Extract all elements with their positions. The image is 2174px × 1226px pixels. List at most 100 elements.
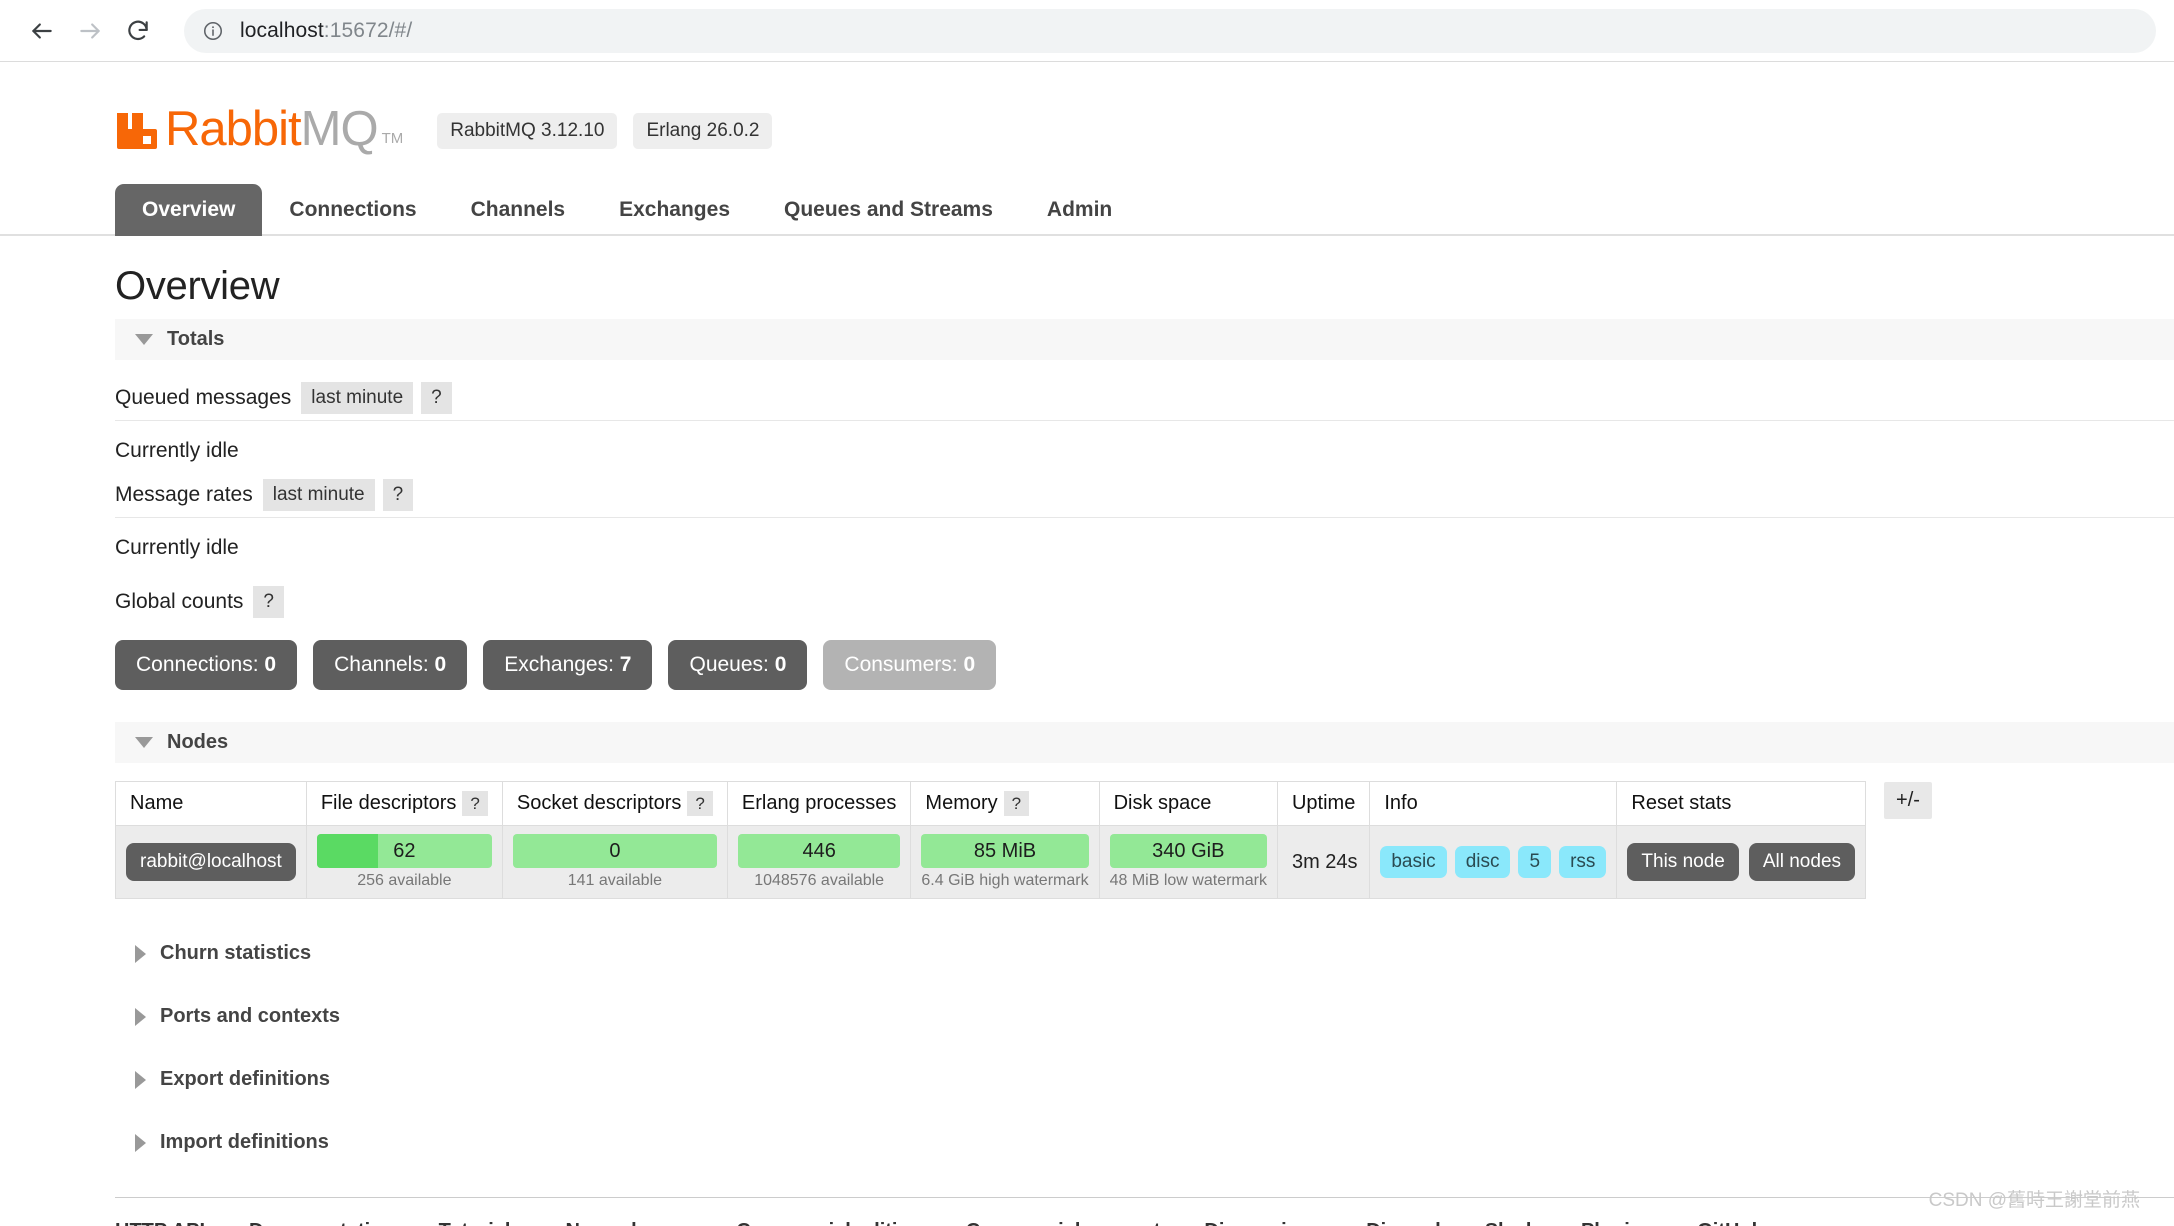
- message-rates-row: Message rates last minute ?: [115, 479, 2174, 518]
- column-header-disk-space[interactable]: Disk space: [1098, 781, 1278, 826]
- count-button-exchanges[interactable]: Exchanges: 7: [483, 640, 653, 690]
- message-rates-idle-text: Currently idle: [115, 536, 239, 559]
- footer-link-slack[interactable]: Slack: [1485, 1220, 1537, 1226]
- reset-this-node-button[interactable]: This node: [1627, 843, 1739, 881]
- reload-button[interactable]: [114, 7, 162, 55]
- tab-queues-and-streams[interactable]: Queues and Streams: [757, 184, 1020, 236]
- toggle-columns-button[interactable]: +/-: [1884, 782, 1932, 819]
- logo-wordmark: RabbitMQ: [165, 102, 379, 156]
- footer-link-documentation[interactable]: Documentation: [249, 1220, 395, 1226]
- erlang-processes-gauge: 446 1048576 available: [737, 834, 901, 890]
- footer-link-http-api[interactable]: HTTP API: [115, 1220, 205, 1226]
- cell-file-descriptors: 62 256 available: [305, 825, 503, 899]
- count-button-connections[interactable]: Connections: 0: [115, 640, 298, 690]
- cell-info: basic disc 5 rss: [1369, 825, 1618, 899]
- disk-space-value: 340 GiB: [1152, 839, 1225, 862]
- footer-link-plugins[interactable]: Plugins: [1581, 1220, 1653, 1226]
- section-header-nodes[interactable]: Nodes: [115, 722, 2174, 763]
- nodes-table: Name File descriptors? Socket descriptor…: [115, 781, 1867, 899]
- memory-help-chip[interactable]: ?: [1003, 791, 1030, 816]
- erlang-version-badge: Erlang 26.0.2: [633, 113, 773, 149]
- logo-text-mq: MQ: [300, 102, 379, 156]
- cell-socket-descriptors: 0 141 available: [501, 825, 728, 899]
- queued-messages-help-chip[interactable]: ?: [421, 382, 452, 414]
- count-value-consumers: 0: [963, 653, 976, 676]
- erlang-processes-sub: 1048576 available: [754, 872, 885, 889]
- footer-link-commercial-support[interactable]: Commercial support: [966, 1220, 1160, 1226]
- rabbitmq-logo[interactable]: RabbitMQ TM: [115, 105, 403, 154]
- tab-connections[interactable]: Connections: [262, 184, 443, 236]
- info-badge-count[interactable]: 5: [1518, 846, 1552, 878]
- column-label-socket-descriptors: Socket descriptors: [516, 792, 682, 814]
- column-header-erlang-processes[interactable]: Erlang processes: [726, 781, 912, 826]
- url-host: localhost: [240, 18, 324, 42]
- tab-admin[interactable]: Admin: [1020, 184, 1139, 236]
- message-rates-period-chip[interactable]: last minute: [262, 479, 375, 511]
- tab-channels[interactable]: Channels: [444, 184, 593, 236]
- cell-uptime: 3m 24s: [1276, 825, 1371, 899]
- back-button[interactable]: [18, 7, 66, 55]
- socket-descriptors-help-chip[interactable]: ?: [687, 791, 713, 816]
- column-label-memory: Memory: [925, 792, 998, 814]
- column-label-erlang-processes: Erlang processes: [741, 792, 897, 814]
- count-label-exchanges: Exchanges:: [504, 653, 614, 676]
- count-button-queues[interactable]: Queues: 0: [668, 640, 808, 690]
- table-row: rabbit@localhost 62 256 available 0 141 …: [115, 825, 1867, 899]
- info-badge-rss[interactable]: rss: [1559, 846, 1607, 878]
- column-header-socket-descriptors[interactable]: Socket descriptors?: [501, 781, 728, 826]
- rabbitmq-version-badge: RabbitMQ 3.12.10: [437, 113, 618, 149]
- footer-link-tutorials[interactable]: Tutorials: [439, 1220, 522, 1226]
- memory-gauge-bar: 85 MiB: [921, 834, 1089, 868]
- section-header-ports-and-contexts[interactable]: Ports and contexts: [115, 996, 2174, 1037]
- column-header-uptime[interactable]: Uptime: [1276, 781, 1371, 826]
- info-badge-disc[interactable]: disc: [1454, 846, 1511, 878]
- footer-link-commercial-edition[interactable]: Commercial edition: [736, 1220, 922, 1226]
- column-label-info: Info: [1384, 792, 1418, 814]
- count-button-consumers[interactable]: Consumers: 0: [823, 640, 997, 690]
- section-label-nodes: Nodes: [167, 731, 229, 753]
- address-bar[interactable]: localhost:15672/#/: [184, 8, 2156, 53]
- watermark-text: CSDN @舊時王謝堂前燕: [1928, 1190, 2140, 1211]
- section-header-totals[interactable]: Totals: [115, 319, 2174, 360]
- chevron-right-icon: [135, 1007, 146, 1026]
- chevron-right-icon: [135, 944, 146, 963]
- section-header-import-definitions[interactable]: Import definitions: [115, 1122, 2174, 1163]
- message-rates-help-chip[interactable]: ?: [382, 479, 414, 511]
- column-header-info[interactable]: Info: [1369, 781, 1618, 826]
- page-title: Overview: [115, 264, 280, 308]
- file-descriptors-help-chip[interactable]: ?: [462, 791, 488, 816]
- node-name-badge[interactable]: rabbit@localhost: [126, 843, 296, 881]
- info-circle-icon[interactable]: [202, 20, 224, 42]
- reload-icon: [125, 18, 151, 44]
- queued-messages-period-chip[interactable]: last minute: [301, 382, 414, 414]
- global-counts-help-chip[interactable]: ?: [253, 586, 284, 618]
- info-badge-basic[interactable]: basic: [1380, 846, 1447, 878]
- footer-link-discord[interactable]: Discord: [1366, 1220, 1440, 1226]
- disk-space-gauge-bar: 340 GiB: [1109, 834, 1267, 868]
- column-label-reset-stats: Reset stats: [1631, 792, 1732, 814]
- chevron-right-icon: [135, 1133, 146, 1152]
- logo-trademark: TM: [381, 130, 404, 147]
- reset-stats-buttons: This node All nodes: [1627, 843, 1856, 881]
- forward-button[interactable]: [66, 7, 114, 55]
- count-value-connections: 0: [264, 653, 277, 676]
- column-header-memory[interactable]: Memory?: [910, 781, 1100, 826]
- count-button-channels[interactable]: Channels: 0: [313, 640, 468, 690]
- message-rates-label: Message rates: [115, 483, 253, 506]
- reset-all-nodes-button[interactable]: All nodes: [1748, 843, 1856, 881]
- column-header-name[interactable]: Name: [115, 781, 307, 826]
- browser-toolbar: localhost:15672/#/: [0, 0, 2174, 62]
- column-header-reset-stats[interactable]: Reset stats: [1616, 781, 1867, 826]
- footer-link-new-releases[interactable]: New releases: [566, 1220, 693, 1226]
- column-header-file-descriptors[interactable]: File descriptors?: [305, 781, 503, 826]
- section-header-export-definitions[interactable]: Export definitions: [115, 1059, 2174, 1100]
- memory-gauge: 85 MiB 6.4 GiB high watermark: [921, 834, 1089, 890]
- tab-exchanges[interactable]: Exchanges: [592, 184, 757, 236]
- socket-descriptors-gauge: 0 141 available: [512, 834, 717, 890]
- nodes-section: Nodes Name File descriptors? Socket desc…: [115, 722, 2174, 899]
- footer-link-github[interactable]: GitHub: [1697, 1220, 1764, 1226]
- cell-reset-stats: This node All nodes: [1616, 825, 1867, 899]
- footer-link-discussions[interactable]: Discussions: [1204, 1220, 1322, 1226]
- section-header-churn-statistics[interactable]: Churn statistics: [115, 933, 2174, 974]
- tab-overview[interactable]: Overview: [115, 184, 263, 236]
